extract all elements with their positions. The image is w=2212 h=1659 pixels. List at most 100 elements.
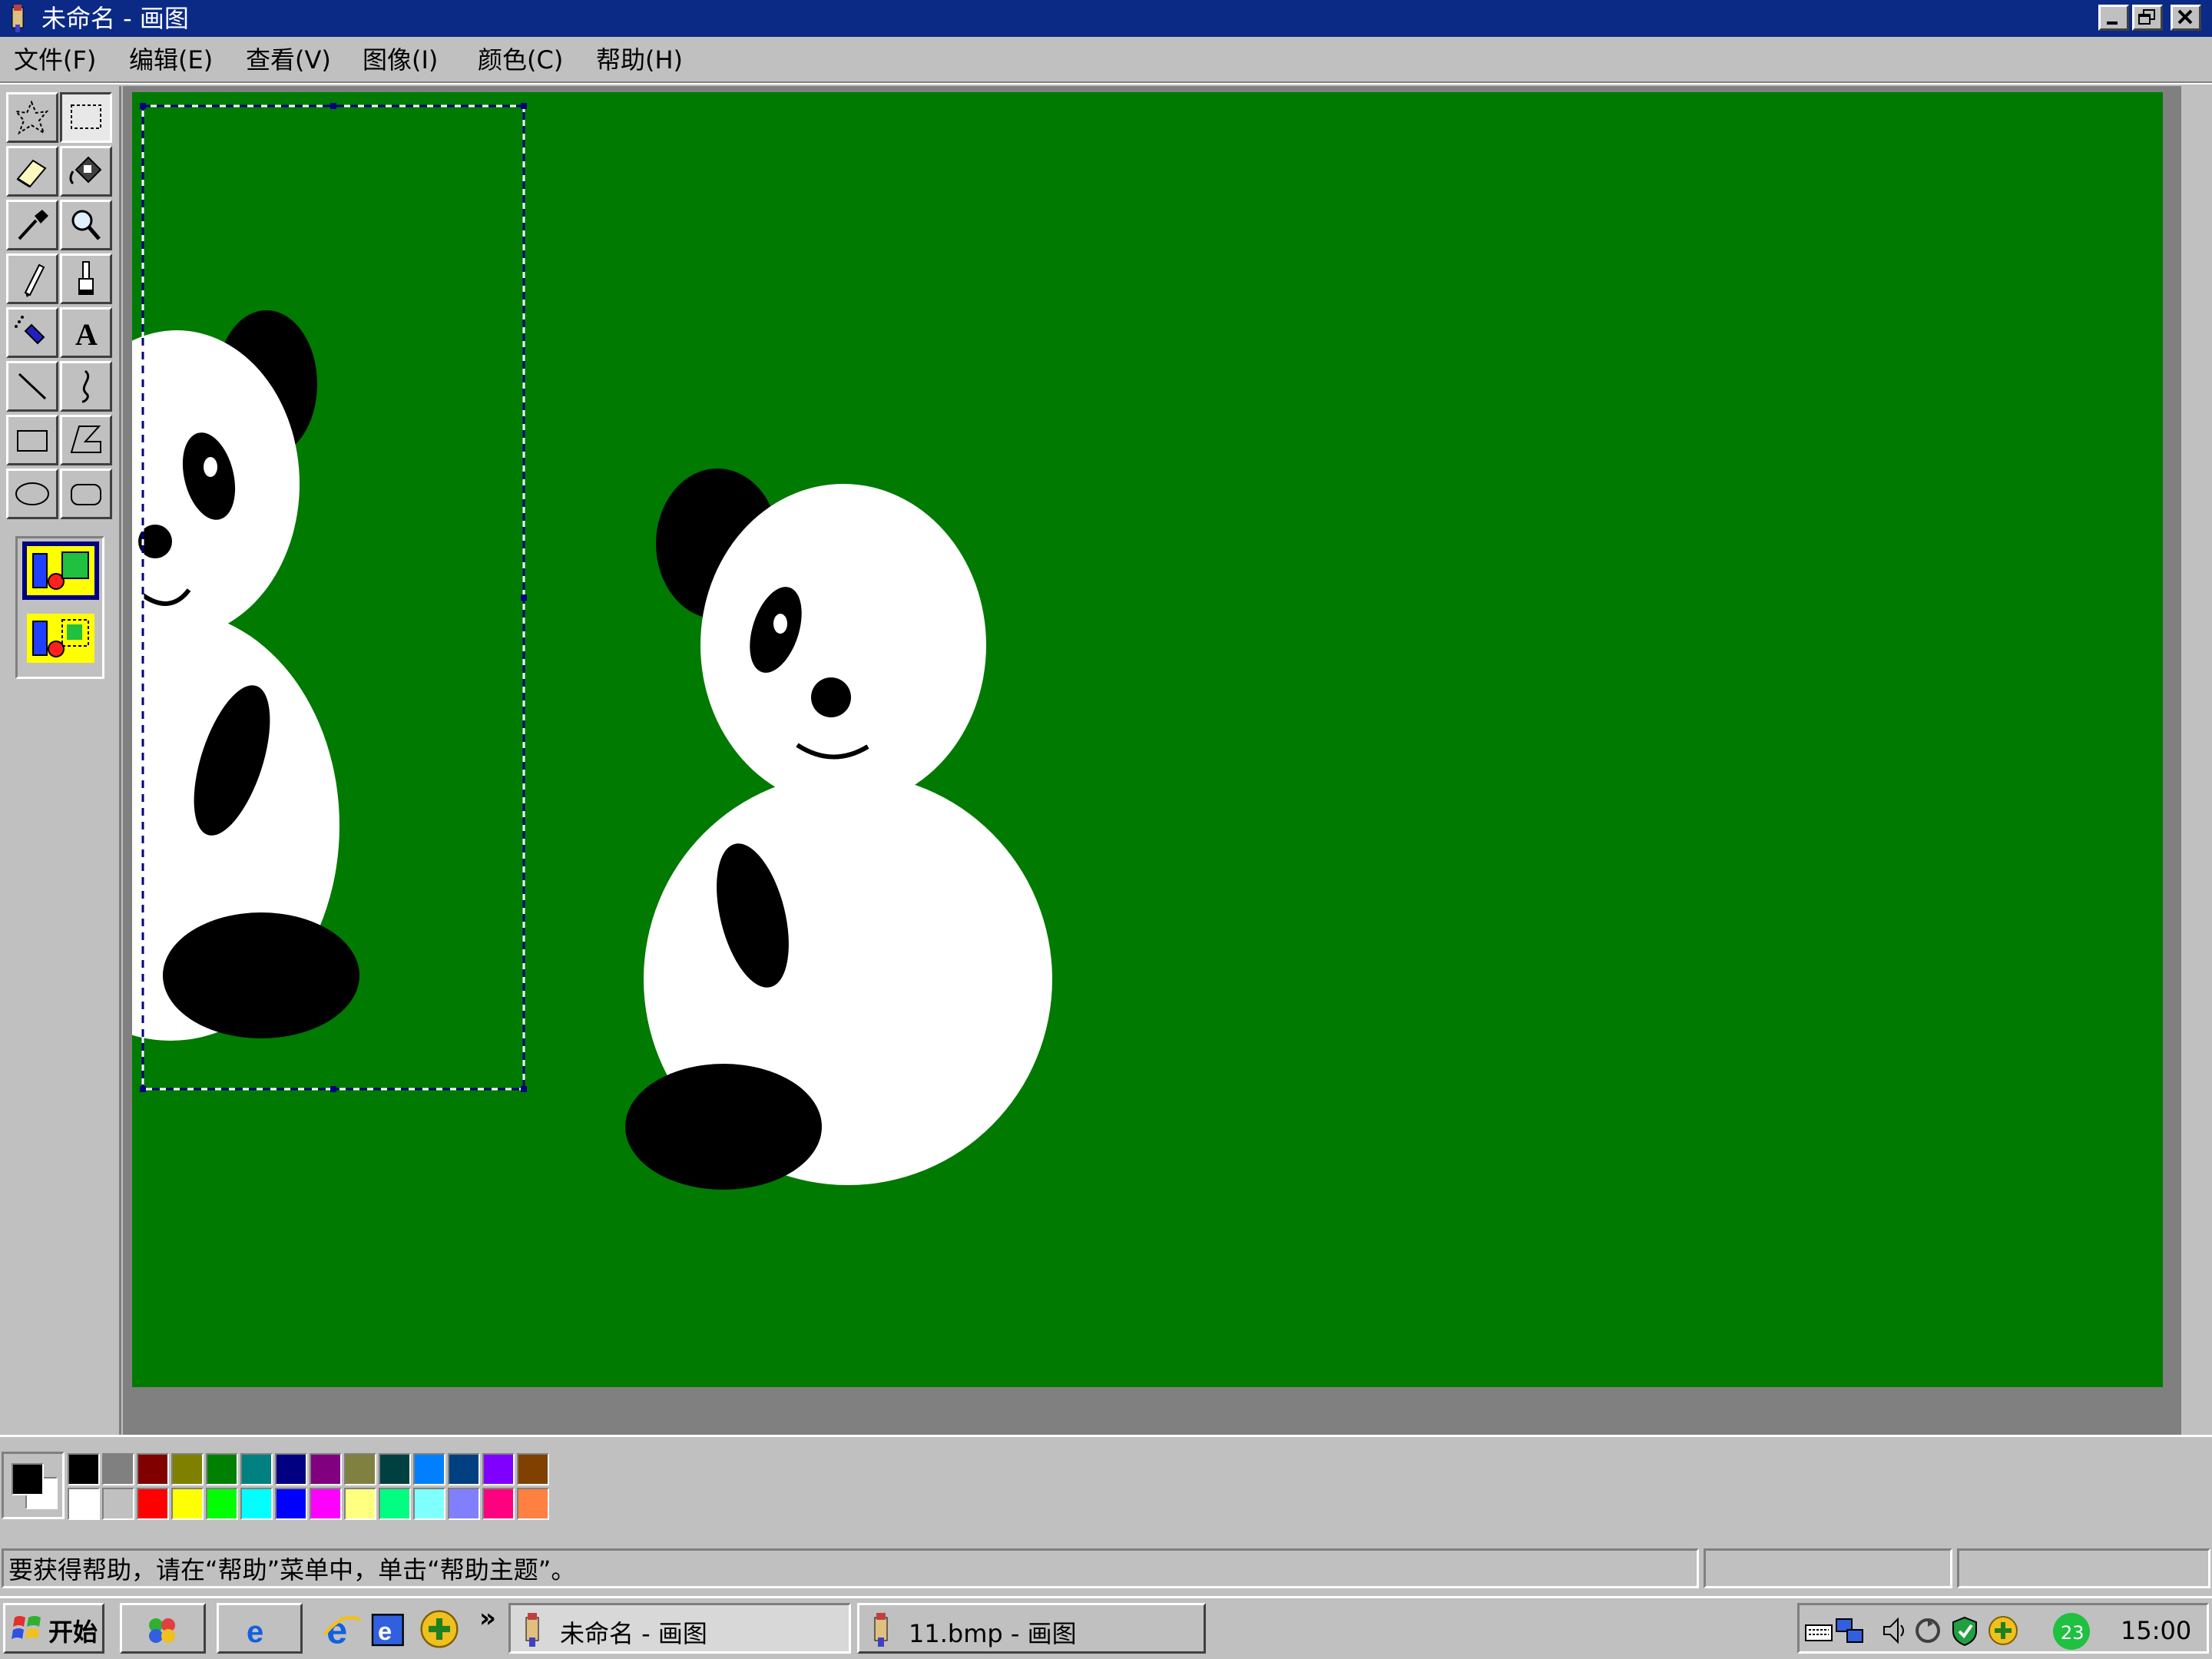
tool-pencil[interactable] — [6, 253, 58, 304]
opaque-selection-option[interactable] — [22, 541, 99, 600]
canvas-drawing — [132, 103, 1052, 1190]
taskbar-task-untitled-paint[interactable]: 未命名 - 画图 — [508, 1603, 851, 1654]
palette-color-swatch[interactable] — [240, 1488, 273, 1520]
tool-fill-with-color[interactable] — [60, 146, 112, 197]
restore-button[interactable] — [2132, 5, 2163, 31]
tool-free-form-select[interactable] — [6, 92, 58, 143]
svg-text:e: e — [247, 1615, 263, 1647]
status-bar: 要获得帮助，请在“帮助”菜单中，单击“帮助主题”。 — [0, 1545, 2212, 1593]
menu-edit[interactable]: 编辑(E) — [124, 43, 217, 77]
palette-color-swatch[interactable] — [379, 1453, 411, 1485]
sync-icon[interactable] — [1912, 1614, 1944, 1647]
security-shield-icon[interactable] — [1949, 1614, 1981, 1647]
magnifier-icon — [71, 210, 101, 240]
palette-color-swatch[interactable] — [275, 1488, 307, 1520]
taskbar: 开始 e e e » 未命名 - 画图 11.bmp - 画图 23 15:00 — [0, 1596, 2212, 1659]
add-plus-icon[interactable] — [1987, 1614, 2019, 1647]
palette-color-swatch[interactable] — [344, 1488, 376, 1520]
tool-text[interactable]: A — [60, 307, 112, 358]
eraser-icon — [16, 159, 47, 188]
tool-pick-color[interactable] — [6, 200, 58, 250]
windows-logo-icon — [12, 1616, 41, 1639]
pencil-icon — [24, 263, 45, 297]
taskbar-more-arrows[interactable]: » — [479, 1603, 496, 1634]
quicklaunch-ie-large[interactable]: e — [217, 1603, 303, 1654]
palette-color-swatch[interactable] — [137, 1488, 169, 1520]
clock[interactable]: 15:00 — [2121, 1614, 2191, 1647]
palette-color-swatch[interactable] — [482, 1488, 515, 1520]
palette-color-swatch[interactable] — [102, 1488, 134, 1520]
title-bar[interactable]: 未命名 - 画图 — [0, 0, 2212, 37]
menu-colors[interactable]: 颜色(C) — [473, 43, 568, 77]
tool-ellipse[interactable] — [6, 469, 58, 519]
palette-color-swatch[interactable] — [379, 1488, 411, 1520]
quicklaunch-messenger[interactable] — [120, 1603, 206, 1654]
status-size-pane — [1957, 1548, 2210, 1588]
palette-color-swatch[interactable] — [517, 1453, 549, 1485]
transparent-selection-option[interactable] — [22, 609, 99, 667]
close-button[interactable] — [2171, 5, 2201, 31]
tool-rectangle[interactable] — [6, 415, 58, 465]
tool-eraser[interactable] — [6, 146, 58, 197]
menu-view[interactable]: 查看(V) — [241, 43, 336, 77]
ellipse-icon — [15, 482, 49, 505]
toolbox: A — [0, 86, 121, 1435]
outlook-express-icon[interactable]: e — [367, 1608, 410, 1651]
palette-color-swatch[interactable] — [171, 1488, 204, 1520]
tool-airbrush[interactable] — [6, 307, 58, 358]
tool-curve[interactable] — [60, 361, 112, 412]
palette-color-swatch[interactable] — [68, 1488, 100, 1520]
palette-color-swatch[interactable] — [310, 1488, 342, 1520]
palette-color-swatch[interactable] — [517, 1488, 549, 1520]
rectangle-select-icon — [71, 104, 101, 129]
volume-icon[interactable] — [1879, 1614, 1912, 1647]
menu-divider — [0, 81, 2212, 84]
palette-color-swatch[interactable] — [448, 1488, 480, 1520]
notification-badge-icon[interactable]: 23 — [2048, 1611, 2094, 1651]
tool-rectangle-select[interactable] — [60, 92, 112, 143]
current-colors — [2, 1452, 65, 1519]
palette-color-swatch[interactable] — [344, 1453, 376, 1485]
tool-line[interactable] — [6, 361, 58, 412]
ie-browser-icon[interactable]: e — [321, 1608, 364, 1651]
network-icon[interactable] — [1833, 1614, 1866, 1647]
palette-color-swatch[interactable] — [310, 1453, 342, 1485]
tool-magnifier[interactable] — [60, 200, 112, 250]
tool-rounded-rectangle[interactable] — [60, 469, 112, 519]
vertical-scrollbar[interactable] — [2181, 86, 2212, 1435]
palette-color-swatch[interactable] — [413, 1488, 445, 1520]
start-button[interactable]: 开始 — [3, 1603, 104, 1654]
keyboard-icon[interactable] — [1803, 1614, 1835, 1647]
palette-color-swatch[interactable] — [171, 1453, 204, 1485]
tool-options-panel — [15, 536, 104, 679]
paint-app-icon — [874, 1613, 888, 1647]
paint-app-icon — [525, 1613, 539, 1647]
status-position-pane — [1704, 1548, 1952, 1588]
minimize-icon — [2107, 22, 2118, 25]
drawing-canvas[interactable] — [132, 92, 2163, 1387]
tool-polygon[interactable] — [60, 415, 112, 465]
palette-color-swatch[interactable] — [413, 1453, 445, 1485]
paint-app-icon — [12, 5, 24, 32]
taskbar-task-11bmp-paint[interactable]: 11.bmp - 画图 — [857, 1603, 1206, 1654]
palette-color-swatch[interactable] — [240, 1453, 273, 1485]
palette-color-swatch[interactable] — [68, 1453, 100, 1485]
palette-color-swatch[interactable] — [102, 1453, 134, 1485]
palette-color-swatch[interactable] — [137, 1453, 169, 1485]
minimize-button[interactable] — [2098, 5, 2129, 31]
palette-color-swatch[interactable] — [482, 1453, 515, 1485]
palette-color-swatch[interactable] — [206, 1488, 238, 1520]
svg-text:e: e — [378, 1617, 392, 1645]
menu-image[interactable]: 图像(I) — [358, 43, 442, 77]
palette-color-swatch[interactable] — [275, 1453, 307, 1485]
add-plus-icon[interactable] — [418, 1608, 461, 1651]
window-title: 未命名 - 画图 — [41, 4, 189, 33]
rectangle-icon — [17, 430, 48, 452]
palette-color-swatch[interactable] — [206, 1453, 238, 1485]
menu-help[interactable]: 帮助(H) — [591, 43, 687, 77]
palette-color-swatch[interactable] — [448, 1453, 480, 1485]
foreground-color[interactable] — [12, 1463, 44, 1495]
menu-file[interactable]: 文件(F) — [9, 43, 101, 77]
polygon-icon — [70, 426, 101, 453]
tool-brush[interactable] — [60, 253, 112, 304]
